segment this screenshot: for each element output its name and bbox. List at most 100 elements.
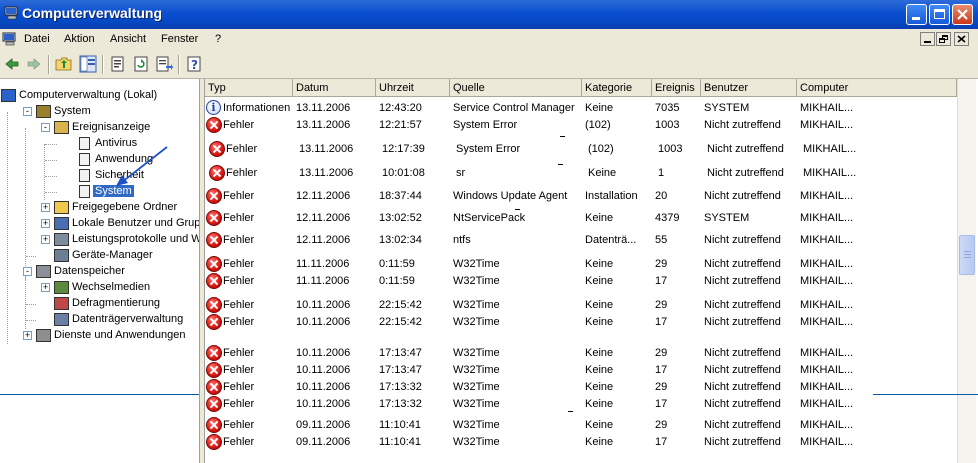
export-list-icon[interactable] [155,55,173,73]
event-row[interactable]: Fehler 10.11.2006 17:13:47 W32Time Keine 17 Ni… [205,362,957,379]
event-row[interactable]: Fehler 09.11.2006 11:10:41 W32Time Keine 17 Ni… [205,434,957,451]
cell-computer: MIKHAIL... [803,167,857,179]
event-row[interactable]: Fehler 10.11.2006 22:15:42 W32Time Keine 17 Ni… [205,314,957,331]
event-row[interactable]: Fehler 13.11.2006 10:01:08 sr Keine 1 Nicht zu… [205,165,957,182]
refresh-icon[interactable] [132,55,150,73]
cell-datum: 10.11.2006 [296,347,351,359]
menu-fenster[interactable]: Fenster [161,33,198,45]
error-icon [206,232,222,248]
event-row[interactable]: Fehler 10.11.2006 17:13:47 W32Time Keine 29 Ni… [205,345,957,362]
error-icon [206,379,222,395]
child-close-button[interactable] [954,32,969,46]
forward-icon[interactable] [25,55,43,73]
cell-kategorie: Keine [585,299,614,311]
cell-uhrzeit: 13:02:52 [379,212,422,224]
column-header-datum[interactable]: Datum [293,79,376,97]
event-row[interactable]: Fehler 11.11.2006 0:11:59 W32Time Keine 17 Nic… [205,273,957,290]
tree-item-geräte-manager[interactable]: Geräte-Manager [0,248,199,264]
cell-typ: Fehler [223,258,255,270]
tree-item-dienste-und-anwendungen[interactable]: + Dienste und Anwendungen [0,328,199,344]
cell-computer: MIKHAIL... [800,212,854,224]
cell-quelle: System Error [456,143,521,155]
menu-help[interactable]: ? [215,33,221,45]
tree-item-defragmentierung[interactable]: Defragmentierung [0,296,199,312]
minimize-button[interactable] [906,4,927,25]
tree-item-datenträgerverwaltung[interactable]: Datenträgerverwaltung [0,312,199,328]
collapse-icon[interactable]: - [23,107,32,116]
menu-datei[interactable]: Datei [24,33,50,45]
column-header-computer[interactable]: Computer [797,79,957,97]
event-row[interactable]: Fehler 12.11.2006 13:02:34 ntfs Datenträ... 5… [205,232,957,249]
event-row[interactable]: Fehler 12.11.2006 18:37:44 Windows Update A… [205,188,957,205]
error-icon [206,396,222,412]
scrollbar-thumb[interactable] [959,235,975,275]
cell-ereignis: 1003 [655,119,680,131]
maximize-button[interactable] [929,4,950,25]
cell-typ: Fehler [223,436,255,448]
cell-computer: MIKHAIL... [800,436,854,448]
cell-quelle: ntfs [453,234,471,246]
help-icon[interactable]: ? [186,55,204,73]
column-header-kategorie[interactable]: Kategorie [582,79,652,97]
up-folder-icon[interactable] [55,55,73,73]
column-header-quelle[interactable]: Quelle [450,79,582,97]
cell-uhrzeit: 22:15:42 [379,299,422,311]
column-header-benutzer[interactable]: Benutzer [701,79,797,97]
child-minimize-button[interactable] [920,32,935,46]
toolbar: ? [0,51,978,79]
tree-item-lokale-benutzer-und-gruppen[interactable]: + Lokale Benutzer und Gruppen [0,216,199,232]
menu-aktion[interactable]: Aktion [64,33,95,45]
event-row[interactable]: Fehler 13.11.2006 12:17:39 System Error (102… [205,141,957,158]
cell-benutzer: Nicht zutreffend [704,258,781,270]
expand-icon[interactable]: + [41,203,50,212]
annotation-arrow [116,146,168,186]
cell-datum: 13.11.2006 [296,119,351,131]
tree-item-ereignisanzeige[interactable]: - Ereignisanzeige [0,120,199,136]
cell-ereignis: 29 [655,299,668,311]
event-row[interactable]: Fehler 10.11.2006 22:15:42 W32Time Keine 29 Ni… [205,297,957,314]
computer-management-icon [1,89,16,102]
tree-item-datenspeicher[interactable]: - Datenspeicher [0,264,199,280]
column-header-ereignis[interactable]: Ereignis [652,79,701,97]
event-row[interactable]: Fehler 12.11.2006 13:02:52 NtServicePack Kei… [205,210,957,227]
navigation-tree: Computerverwaltung (Lokal) - System - Ereign… [0,79,199,463]
cell-computer: MIKHAIL... [800,258,854,270]
tree-item-system[interactable]: - System [0,104,199,120]
vertical-scrollbar[interactable] [957,79,976,463]
event-row[interactable]: Fehler 10.11.2006 17:13:32 W32Time Keine 29 Ni… [205,379,957,396]
cell-ereignis: 29 [655,419,668,431]
tree-item-leistungsprotokolle-und-warnungen[interactable]: + Leistungsprotokolle und Warnungen [0,232,199,248]
child-restore-button[interactable] [936,32,951,46]
event-row[interactable]: i Informationen 13.11.2006 12:43:20 Service … [205,100,957,117]
tree-item-wechselmedien[interactable]: + Wechselmedien [0,280,199,296]
cell-datum: 11.11.2006 [296,275,350,287]
event-row[interactable]: Fehler 09.11.2006 11:10:41 W32Time Keine 29 Ni… [205,417,957,434]
event-row[interactable]: Fehler 13.11.2006 12:21:57 System Error (102… [205,117,957,134]
collapse-icon[interactable]: - [23,267,32,276]
menu-ansicht[interactable]: Ansicht [110,33,146,45]
show-hide-tree-icon[interactable] [79,55,97,73]
error-icon [206,256,222,272]
expand-icon[interactable]: + [41,283,50,292]
column-header-uhrzeit[interactable]: Uhrzeit [376,79,450,97]
expand-icon[interactable]: + [41,219,50,228]
event-row[interactable]: Fehler 11.11.2006 0:11:59 W32Time Keine 29 Nic… [205,256,957,273]
collapse-icon[interactable]: - [41,123,50,132]
tree-item-freigegebene-ordner[interactable]: + Freigegebene Ordner [0,200,199,216]
tree-item-computerverwaltung-lokal-[interactable]: Computerverwaltung (Lokal) [0,88,199,104]
close-icon [957,9,968,20]
expand-icon[interactable]: + [41,235,50,244]
svg-text:?: ? [191,58,198,72]
close-button[interactable] [952,4,973,25]
cell-datum: 12.11.2006 [296,234,351,246]
event-row[interactable]: Fehler 10.11.2006 17:13:32 W32Time Keine 17 Ni… [205,396,957,413]
cell-uhrzeit: 17:13:32 [379,398,422,410]
cell-datum: 10.11.2006 [296,299,351,311]
column-header-typ[interactable]: Typ [205,79,293,97]
cell-kategorie: (102) [588,143,614,155]
properties-icon[interactable] [109,55,127,73]
cell-benutzer: Nicht zutreffend [707,143,784,155]
expand-icon[interactable]: + [23,331,32,340]
cell-quelle: W32Time [453,275,500,287]
back-icon[interactable] [3,55,21,73]
